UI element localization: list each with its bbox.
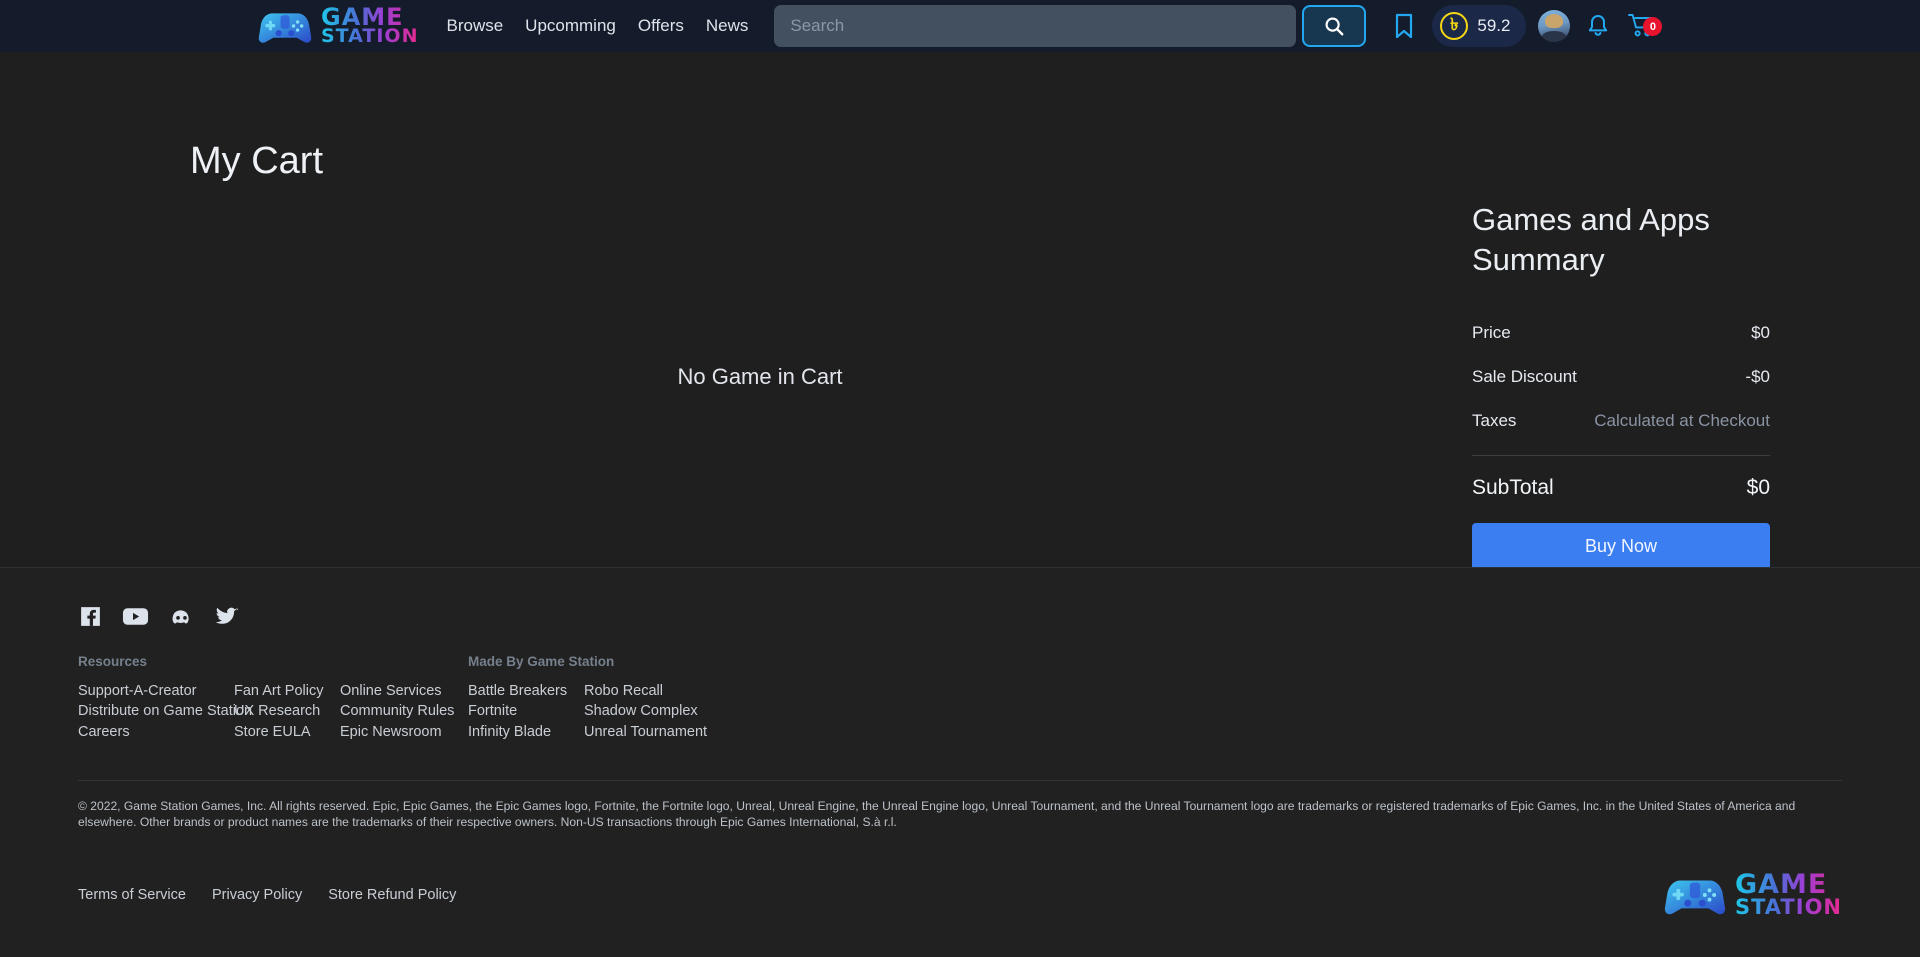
search-button[interactable] xyxy=(1302,5,1367,47)
site-logo[interactable]: GAME STATION xyxy=(258,4,418,48)
bookmark-button[interactable] xyxy=(1382,4,1426,48)
footer-divider xyxy=(78,780,1842,782)
footer-link[interactable]: Battle Breakers xyxy=(468,681,584,701)
facebook-icon[interactable] xyxy=(78,604,103,629)
footer-link-store-refund-policy[interactable]: Store Refund Policy xyxy=(328,885,456,905)
footer-link[interactable]: Robo Recall xyxy=(584,681,707,701)
footer-link-privacy-policy[interactable]: Privacy Policy xyxy=(212,885,302,905)
main-nav: Browse Upcomming Offers News xyxy=(446,16,748,36)
summary-divider xyxy=(1472,455,1770,457)
notifications-button[interactable] xyxy=(1576,4,1620,48)
footer-link[interactable]: Fortnite xyxy=(468,701,584,721)
footer-group-resources: Resources Support-A-Creator Distribute o… xyxy=(78,654,468,742)
site-footer: Resources Support-A-Creator Distribute o… xyxy=(0,567,1920,957)
footer-link[interactable]: Online Services xyxy=(340,681,468,701)
summary-row-price: Price $0 xyxy=(1472,323,1770,343)
empty-cart-message: No Game in Cart xyxy=(677,364,843,389)
footer-link[interactable]: Community Rules xyxy=(340,701,468,721)
footer-link[interactable]: Infinity Blade xyxy=(468,722,584,742)
footer-link[interactable]: Unreal Tournament xyxy=(584,722,707,742)
footer-link[interactable]: Distribute on Game Station xyxy=(78,701,252,721)
logo-text-station: STATION xyxy=(1734,894,1842,919)
profile-button[interactable] xyxy=(1532,4,1576,48)
footer-columns: Resources Support-A-Creator Distribute o… xyxy=(78,654,1842,742)
footer-column-made-by: Made By Game Station Battle Breakers For… xyxy=(468,654,614,742)
gamepad-icon xyxy=(1664,880,1726,915)
gamepad-icon xyxy=(258,13,312,43)
youtube-icon[interactable] xyxy=(122,604,149,629)
summary-row-taxes: Taxes Calculated at Checkout xyxy=(1472,411,1770,431)
footer-link[interactable]: UX Research xyxy=(234,701,340,721)
site-header: GAME STATION Browse Upcomming Offers New… xyxy=(0,0,1920,52)
summary-row-subtotal: SubTotal $0 xyxy=(1472,476,1770,500)
footer-logo[interactable]: GAME STATION xyxy=(1664,871,1842,919)
summary-heading: Games and Apps Summary xyxy=(1472,202,1710,277)
footer-link[interactable]: Fan Art Policy xyxy=(234,681,340,701)
footer-link[interactable]: Support-A-Creator xyxy=(78,681,234,701)
search-input[interactable] xyxy=(774,5,1297,47)
bookmark-icon xyxy=(1396,13,1413,39)
discord-icon[interactable] xyxy=(168,604,195,629)
summary-label: Taxes xyxy=(1472,411,1517,431)
summary-value: Calculated at Checkout xyxy=(1594,411,1770,431)
footer-group-made-by: Made By Game Station Battle Breakers For… xyxy=(468,654,707,742)
footer-bottom: Terms of Service Privacy Policy Store Re… xyxy=(78,871,1842,919)
buy-now-button[interactable]: Buy Now xyxy=(1472,523,1770,571)
social-links xyxy=(78,604,1842,629)
subtotal-label: SubTotal xyxy=(1472,476,1554,500)
footer-column-policies: Fan Art Policy UX Research Store EULA xyxy=(234,654,340,742)
footer-bottom-links: Terms of Service Privacy Policy Store Re… xyxy=(78,885,456,905)
footer-heading: Resources xyxy=(78,654,148,669)
nav-item-offers[interactable]: Offers xyxy=(638,16,684,36)
search-icon xyxy=(1325,17,1344,36)
cart-badge: 0 xyxy=(1643,17,1663,36)
page-title: My Cart xyxy=(190,140,323,182)
taka-coin-icon: ৳ xyxy=(1440,12,1469,40)
footer-link[interactable]: Shadow Complex xyxy=(584,701,707,721)
footer-link-terms-of-service[interactable]: Terms of Service xyxy=(78,885,186,905)
footer-link[interactable]: Epic Newsroom xyxy=(340,722,468,742)
order-summary-panel: Games and Apps Summary Price $0 Sale Dis… xyxy=(1472,200,1770,571)
nav-item-news[interactable]: News xyxy=(706,16,749,36)
logo-text-station: STATION xyxy=(321,25,419,48)
footer-column-services: Online Services Community Rules Epic New… xyxy=(340,654,468,742)
footer-column-games-2: Robo Recall Shadow Complex Unreal Tourna… xyxy=(584,654,707,742)
nav-item-browse[interactable]: Browse xyxy=(446,16,503,36)
summary-label: Price xyxy=(1472,323,1511,343)
subtotal-value: $0 xyxy=(1746,476,1770,500)
bell-icon xyxy=(1589,15,1608,36)
wallet-balance[interactable]: ৳ 59.2 xyxy=(1432,5,1527,47)
cart-main: My Cart No Game in Cart Games and Apps S… xyxy=(0,52,1920,571)
cart-button[interactable]: 0 xyxy=(1620,4,1664,48)
copyright-text: © 2022, Game Station Games, Inc. All rig… xyxy=(78,799,1796,830)
summary-row-sale-discount: Sale Discount -$0 xyxy=(1472,367,1770,387)
summary-value: -$0 xyxy=(1745,367,1770,387)
footer-link[interactable]: Careers xyxy=(78,722,234,742)
summary-label: Sale Discount xyxy=(1472,367,1577,387)
avatar xyxy=(1538,10,1571,42)
wallet-amount: 59.2 xyxy=(1477,16,1511,35)
nav-item-upcomming[interactable]: Upcomming xyxy=(525,16,616,36)
footer-link[interactable]: Store EULA xyxy=(234,722,340,742)
header-actions: ৳ 59.2 0 xyxy=(1382,4,1664,48)
footer-column-resources: Resources Support-A-Creator Distribute o… xyxy=(78,654,252,742)
twitter-icon[interactable] xyxy=(214,604,240,629)
summary-value: $0 xyxy=(1751,323,1770,343)
